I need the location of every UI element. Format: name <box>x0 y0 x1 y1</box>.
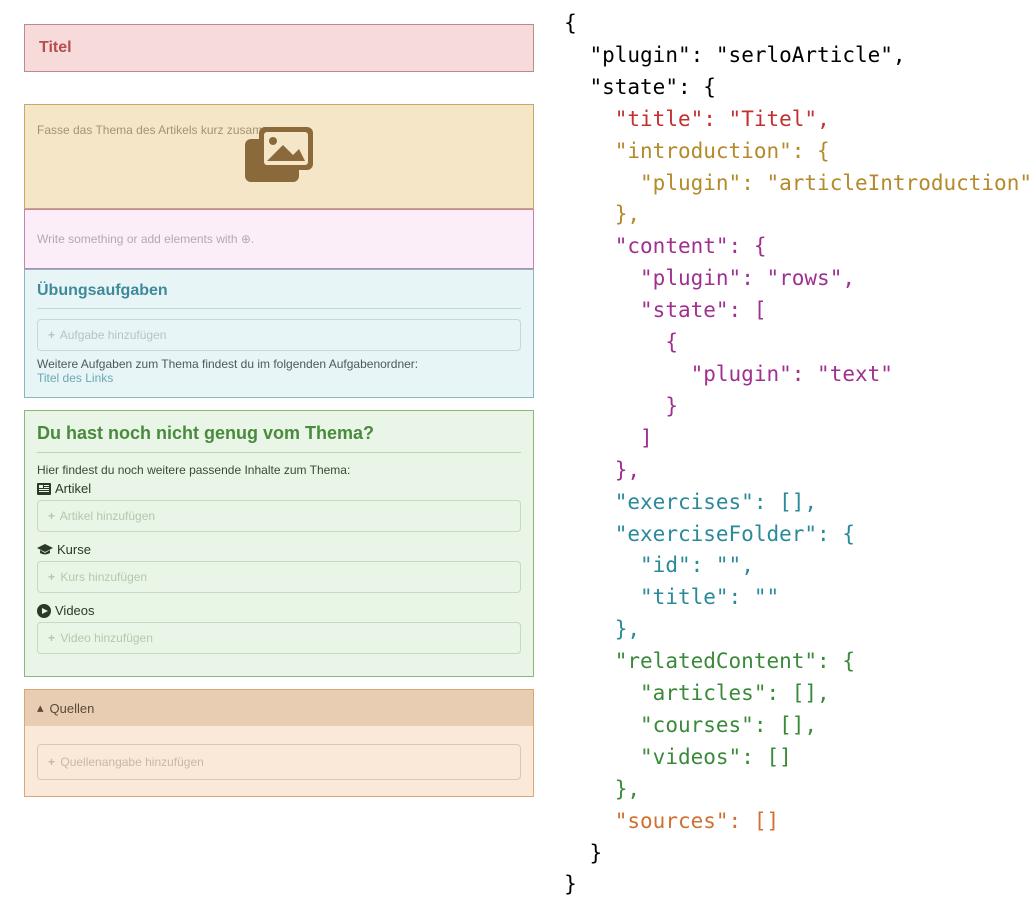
add-source-button[interactable]: + Quellenangabe hinzufügen <box>37 744 521 780</box>
add-article-button[interactable]: + Artikel hinzufügen <box>37 500 521 532</box>
plus-icon: + <box>48 328 55 342</box>
sources-section: ▴ Quellen + Quellenangabe hinzufügen <box>24 689 534 797</box>
editor-panel: Titel Fasse das Thema des Artikels kurz … <box>0 0 546 916</box>
add-exercise-button[interactable]: + Aufgabe hinzufügen <box>37 319 521 351</box>
add-video-button[interactable]: + Video hinzufügen <box>37 622 521 654</box>
articles-label: Artikel <box>37 481 521 496</box>
play-circle-icon <box>37 604 51 618</box>
plus-icon: + <box>48 509 55 523</box>
chevron-up-icon: ▴ <box>37 700 44 716</box>
plus-icon: + <box>48 755 55 769</box>
image-icon[interactable] <box>245 127 313 187</box>
json-preview: { "plugin": "serloArticle", "state": { "… <box>546 0 1032 916</box>
exercises-section: Übungsaufgaben + Aufgabe hinzufügen Weit… <box>24 269 534 398</box>
content-placeholder: Write something or add elements with ⊕. <box>37 232 521 246</box>
related-heading: Du hast noch nicht genug vom Thema? <box>37 423 521 453</box>
related-content-section: Du hast noch nicht genug vom Thema? Hier… <box>24 410 534 677</box>
plus-icon: + <box>48 631 55 645</box>
introduction-section[interactable]: Fasse das Thema des Artikels kurz zusamm… <box>24 104 534 209</box>
plus-icon: + <box>48 570 55 584</box>
title-input[interactable]: Titel <box>39 39 519 57</box>
videos-label: Videos <box>37 603 521 618</box>
newspaper-icon <box>37 483 51 495</box>
sources-header[interactable]: ▴ Quellen <box>25 690 533 726</box>
exercises-heading: Übungsaufgaben <box>37 282 521 309</box>
related-note: Hier findest du noch weitere passende In… <box>37 463 521 477</box>
content-section[interactable]: Write something or add elements with ⊕. <box>24 209 534 269</box>
add-course-button[interactable]: + Kurs hinzufügen <box>37 561 521 593</box>
courses-label: Kurse <box>37 542 521 557</box>
exercise-folder-link-input[interactable]: Titel des Links <box>37 371 521 385</box>
graduation-cap-icon <box>37 544 53 556</box>
exercise-folder-note: Weitere Aufgaben zum Thema findest du im… <box>37 357 521 371</box>
title-section[interactable]: Titel <box>24 24 534 72</box>
